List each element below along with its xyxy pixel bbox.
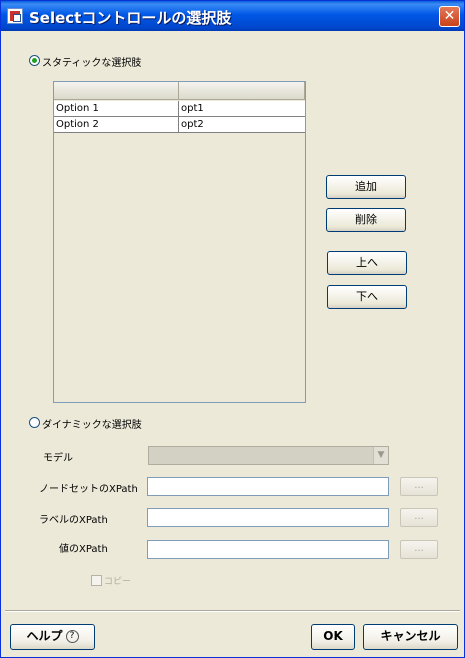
- app-icon: [7, 8, 23, 24]
- move-up-button[interactable]: 上へ: [327, 251, 407, 275]
- static-options-radio[interactable]: [29, 55, 40, 66]
- footer-divider: [5, 610, 460, 612]
- ok-button[interactable]: OK: [311, 624, 355, 650]
- column-header-label[interactable]: [54, 82, 179, 100]
- nodeset-browse-button[interactable]: ...: [400, 477, 438, 496]
- option-label-cell[interactable]: Option 1: [54, 101, 179, 117]
- model-select[interactable]: ▼: [148, 446, 389, 465]
- dynamic-options-label: ダイナミックな選択肢: [42, 420, 142, 431]
- dynamic-options-radio[interactable]: [29, 417, 40, 428]
- close-icon: ✕: [443, 8, 456, 24]
- label-xpath-field[interactable]: [147, 508, 389, 527]
- value-browse-button[interactable]: ...: [400, 540, 438, 559]
- table-row[interactable]: Option 1 opt1: [54, 101, 305, 117]
- option-value-cell[interactable]: opt2: [179, 117, 305, 133]
- window-title: Selectコントロールの選択肢: [29, 9, 232, 27]
- table-row[interactable]: Option 2 opt2: [54, 117, 305, 133]
- model-label: モデル: [43, 453, 73, 464]
- option-value-cell[interactable]: opt1: [179, 101, 305, 117]
- static-options-label: スタティックな選択肢: [42, 58, 142, 69]
- delete-button[interactable]: 削除: [326, 208, 406, 232]
- chevron-down-icon[interactable]: ▼: [373, 447, 388, 464]
- column-header-value[interactable]: [179, 82, 305, 100]
- move-down-button[interactable]: 下へ: [327, 285, 407, 309]
- close-button[interactable]: ✕: [439, 6, 460, 27]
- title-bar[interactable]: Selectコントロールの選択肢 ✕: [1, 1, 464, 31]
- value-xpath-label: 値のXPath: [59, 544, 108, 555]
- cancel-button[interactable]: キャンセル: [363, 624, 458, 650]
- add-button[interactable]: 追加: [326, 175, 406, 199]
- help-button-label: ヘルプ: [26, 629, 63, 643]
- label-browse-button[interactable]: ...: [400, 508, 438, 527]
- nodeset-xpath-label: ノードセットのXPath: [39, 484, 138, 495]
- copy-checkbox[interactable]: [91, 575, 102, 586]
- question-icon: ?: [65, 630, 79, 643]
- help-button[interactable]: ヘルプ?: [10, 624, 95, 650]
- options-table[interactable]: Option 1 opt1 Option 2 opt2: [53, 81, 306, 403]
- value-xpath-field[interactable]: [147, 540, 389, 559]
- copy-checkbox-label: コピー: [104, 577, 132, 587]
- nodeset-xpath-field[interactable]: [147, 477, 389, 496]
- option-label-cell[interactable]: Option 2: [54, 117, 179, 133]
- select-options-dialog: Selectコントロールの選択肢 ✕ スタティックな選択肢 Option 1 o…: [0, 0, 465, 658]
- label-xpath-label: ラベルのXPath: [39, 515, 108, 526]
